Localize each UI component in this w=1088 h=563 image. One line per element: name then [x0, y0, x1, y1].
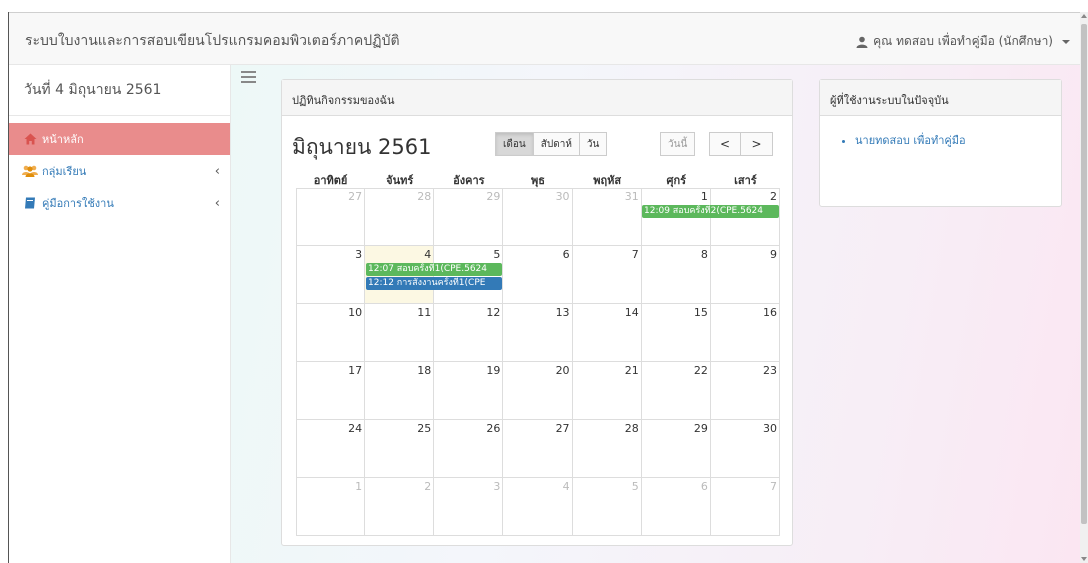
calendar-day[interactable]: 29	[434, 188, 504, 246]
view-switcher: เดือน สัปดาห์ วัน	[495, 132, 608, 156]
sidebar-item-label: คู่มือการใช้งาน	[42, 197, 114, 210]
calendar-day[interactable]: 31	[572, 188, 642, 246]
vertical-scrollbar[interactable]	[1080, 12, 1088, 563]
calendar-day[interactable]: 11	[365, 304, 435, 362]
calendar-day[interactable]: 1	[296, 478, 366, 536]
calendar-day[interactable]: 30	[503, 188, 573, 246]
calendar-day[interactable]: 30	[710, 420, 780, 478]
online-users-heading: ผู้ที่ใช้งานระบบในปัจจุบัน	[820, 80, 1061, 116]
calendar-week: 27 28 29 30 31 1 2 12:09 สอบครั้งที่2(CP…	[296, 188, 780, 246]
calendar-day[interactable]: 4	[503, 478, 573, 536]
menu-toggle-icon[interactable]	[241, 71, 256, 86]
calendar-day[interactable]: 13	[503, 304, 573, 362]
calendar-event[interactable]: 12:12 การสั่งงานครั้งที่1(CPE	[366, 277, 502, 290]
sidebar-date: วันที่ 4 มิถุนายน 2561	[9, 65, 230, 116]
calendar-day[interactable]: 2	[365, 478, 435, 536]
calendar-day[interactable]: 23	[710, 362, 780, 420]
calendar-panel: ปฏิทินกิจกรรมของฉัน มิถุนายน 2561 เดือน …	[281, 79, 793, 546]
brand-title[interactable]: ระบบใบงานและการสอบเขียนโปรแกรมคอมพิวเตอร…	[25, 30, 400, 52]
calendar-day[interactable]: 28	[365, 188, 435, 246]
calendar-day[interactable]: 3	[296, 246, 366, 304]
calendar-week: 1 2 3 4 5 6 7	[296, 478, 780, 536]
dow-tuesday: อังคาร	[434, 174, 504, 189]
calendar-day[interactable]: 24	[296, 420, 366, 478]
calendar-day[interactable]: 25	[365, 420, 435, 478]
user-menu[interactable]: คุณ ทดสอบ เพื่อทำคู่มือ (นักศึกษา)	[856, 32, 1070, 51]
calendar-day[interactable]: 19	[434, 362, 504, 420]
view-day-button[interactable]: วัน	[579, 132, 608, 156]
next-month-button[interactable]: >	[741, 132, 773, 156]
view-month-button[interactable]: เดือน	[495, 132, 534, 156]
sidebar-item-label: กลุ่มเรียน	[42, 165, 87, 178]
top-navbar: ระบบใบงานและการสอบเขียนโปรแกรมคอมพิวเตอร…	[9, 13, 1080, 65]
users-icon	[22, 165, 38, 177]
scroll-up-icon[interactable]	[1081, 14, 1087, 18]
chevron-left-icon: ‹	[214, 195, 220, 211]
sidebar-item-groups[interactable]: กลุ่มเรียน ‹	[9, 155, 230, 187]
scrollbar-thumb[interactable]	[1081, 24, 1087, 524]
calendar-day[interactable]: 8	[641, 246, 711, 304]
calendar-day[interactable]: 29	[641, 420, 711, 478]
home-icon	[22, 133, 38, 145]
calendar-month-title: มิถุนายน 2561	[292, 135, 432, 159]
calendar-day[interactable]: 17	[296, 362, 366, 420]
calendar-day[interactable]: 5	[572, 478, 642, 536]
calendar-grid: อาทิตย์ จันทร์ อังคาร พุธ พฤหัส ศุกร์ เส…	[296, 174, 780, 536]
prev-month-button[interactable]: <	[709, 132, 741, 156]
dow-sunday: อาทิตย์	[296, 174, 366, 189]
calendar-day[interactable]: 20	[503, 362, 573, 420]
main-content: ปฏิทินกิจกรรมของฉัน มิถุนายน 2561 เดือน …	[231, 65, 1080, 563]
calendar-day[interactable]: 7	[710, 478, 780, 536]
sidebar-item-home[interactable]: หน้าหลัก	[9, 123, 230, 155]
calendar-day[interactable]: 27	[296, 188, 366, 246]
caret-down-icon	[1062, 39, 1070, 44]
calendar-day[interactable]: 6	[503, 246, 573, 304]
view-week-button[interactable]: สัปดาห์	[533, 132, 580, 156]
scroll-down-icon[interactable]	[1081, 557, 1087, 561]
calendar-day[interactable]: 6	[641, 478, 711, 536]
calendar-day[interactable]: 26	[434, 420, 504, 478]
online-users-panel: ผู้ที่ใช้งานระบบในปัจจุบัน นายทดสอบ เพื่…	[819, 79, 1062, 207]
calendar-day[interactable]: 9	[710, 246, 780, 304]
dow-friday: ศุกร์	[641, 174, 711, 189]
pager-group: < >	[709, 132, 773, 156]
calendar-day[interactable]: 22	[641, 362, 711, 420]
calendar-event[interactable]: 12:09 สอบครั้งที่2(CPE.5624	[642, 205, 779, 218]
calendar-day[interactable]: 27	[503, 420, 573, 478]
calendar-panel-heading: ปฏิทินกิจกรรมของฉัน	[282, 80, 792, 116]
dow-saturday: เสาร์	[710, 174, 780, 189]
sidebar: วันที่ 4 มิถุนายน 2561 หน้าหลัก กลุ่มเรี…	[9, 65, 231, 563]
user-name: คุณ ทดสอบ เพื่อทำคู่มือ (นักศึกษา)	[873, 34, 1053, 48]
calendar-day[interactable]: 16	[710, 304, 780, 362]
calendar-week: 24 25 26 27 28 29 30	[296, 420, 780, 478]
dow-wednesday: พุธ	[503, 174, 573, 189]
book-icon	[22, 197, 38, 209]
chevron-left-icon: ‹	[214, 163, 220, 179]
calendar-day[interactable]: 3	[434, 478, 504, 536]
calendar-day[interactable]: 7	[572, 246, 642, 304]
calendar-day[interactable]: 15	[641, 304, 711, 362]
online-users-list: นายทดสอบ เพื่อทำคู่มือ	[820, 116, 1061, 149]
calendar-day[interactable]: 28	[572, 420, 642, 478]
dow-thursday: พฤหัส	[572, 174, 642, 189]
sidebar-item-manual[interactable]: คู่มือการใช้งาน ‹	[9, 187, 230, 219]
calendar-day[interactable]: 21	[572, 362, 642, 420]
calendar-week: 3 4 5 6 7 8 9 12:07 สอบครั้งที่1(CPE.562…	[296, 246, 780, 304]
calendar-day[interactable]: 14	[572, 304, 642, 362]
calendar-week: 17 18 19 20 21 22 23	[296, 362, 780, 420]
calendar-day[interactable]: 12	[434, 304, 504, 362]
sidebar-item-label: หน้าหลัก	[42, 133, 84, 146]
calendar-day[interactable]: 10	[296, 304, 366, 362]
calendar-header-row: อาทิตย์ จันทร์ อังคาร พุธ พฤหัส ศุกร์ เส…	[296, 174, 780, 189]
online-user-item[interactable]: นายทดสอบ เพื่อทำคู่มือ	[855, 131, 1061, 149]
calendar-toolbar: มิถุนายน 2561 เดือน สัปดาห์ วัน วันนี้ <…	[282, 116, 792, 166]
calendar-event[interactable]: 12:07 สอบครั้งที่1(CPE.5624	[366, 263, 502, 276]
dow-monday: จันทร์	[365, 174, 435, 189]
today-group: วันนี้	[660, 132, 696, 156]
today-button[interactable]: วันนี้	[660, 132, 696, 156]
calendar-day[interactable]: 18	[365, 362, 435, 420]
user-icon	[856, 36, 868, 48]
calendar-week: 10 11 12 13 14 15 16	[296, 304, 780, 362]
